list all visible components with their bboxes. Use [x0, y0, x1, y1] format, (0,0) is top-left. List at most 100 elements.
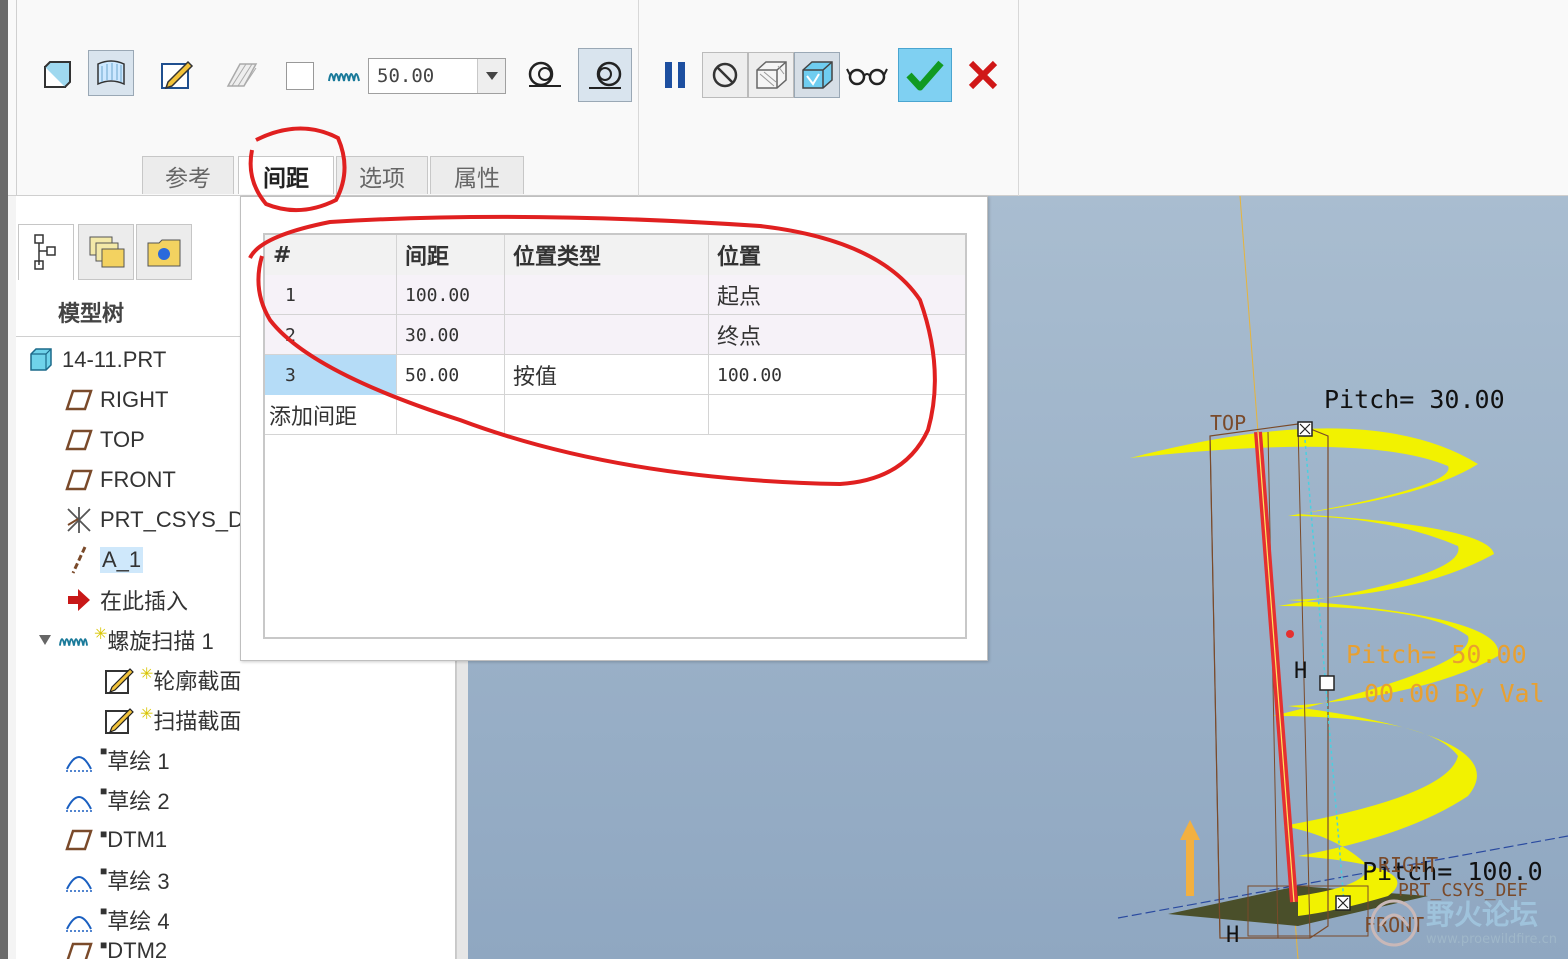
datum-plane-icon: [64, 938, 94, 959]
tree-item-profile-section[interactable]: ✳轮廓截面: [104, 662, 241, 698]
location-type-cell[interactable]: [505, 275, 709, 315]
tab-layers[interactable]: [78, 224, 134, 280]
tree-item-right[interactable]: RIGHT: [64, 382, 168, 418]
layers-icon: [89, 236, 125, 268]
column-header-location-type: 位置类型: [505, 235, 709, 275]
pause-icon: [665, 62, 685, 88]
location-cell[interactable]: 100.00: [709, 355, 965, 395]
tree-item-label: 在此插入: [100, 589, 189, 614]
preview-box-icon: [756, 61, 787, 89]
chevron-down-icon[interactable]: [477, 59, 505, 93]
no-preview-icon: [712, 62, 738, 88]
tree-item-axis[interactable]: A_1: [64, 542, 144, 578]
tree-item-sketch-1[interactable]: ■草绘 1: [64, 742, 170, 778]
ribbon-separator: [638, 0, 639, 196]
h-constraint-label: H: [1226, 923, 1239, 948]
tree-item-dtm2[interactable]: ■DTM2: [64, 938, 167, 959]
collapse-triangle-icon[interactable]: [34, 625, 56, 655]
tab-properties[interactable]: 属性: [430, 156, 524, 194]
location-type-cell[interactable]: [505, 315, 709, 355]
right-plane-label: RIGHT: [1378, 853, 1438, 877]
tree-item-label: A_1: [100, 547, 144, 573]
tree-item-sketch-2[interactable]: ■草绘 2: [64, 782, 170, 818]
table-row[interactable]: 1 100.00 起点: [265, 275, 965, 315]
tree-item-label: TOP: [100, 427, 145, 452]
preview-feature-button[interactable]: [794, 52, 840, 98]
location-type-cell[interactable]: 按值: [505, 355, 709, 395]
row-number: 1: [265, 275, 397, 315]
sketch-icon: [64, 905, 94, 935]
top-plane-label: TOP: [1210, 411, 1246, 435]
pitch-value-cell[interactable]: 50.00: [397, 355, 505, 395]
tree-item-label: ■草绘 1: [100, 744, 170, 774]
tree-item-label: ■草绘 3: [100, 864, 170, 894]
table-row[interactable]: 3 50.00 按值 100.00: [265, 355, 965, 395]
column-header-location: 位置: [709, 235, 965, 275]
tree-item-label: 14-11.PRT: [62, 347, 167, 372]
no-preview-button[interactable]: [702, 52, 748, 98]
ok-button[interactable]: [898, 48, 952, 102]
solid-button[interactable]: [34, 52, 80, 98]
pitch-value: 50.00: [377, 65, 435, 87]
tree-item-top[interactable]: TOP: [64, 422, 145, 458]
tree-item-helical-sweep[interactable]: ✳螺旋扫描 1: [34, 622, 214, 658]
tree-item-dtm1[interactable]: ■DTM1: [64, 822, 167, 858]
ribbon-separator: [1018, 0, 1019, 196]
location-cell[interactable]: 终点: [709, 315, 965, 355]
tree-scrollbar[interactable]: [456, 640, 468, 959]
tree-item-label: ■DTM2: [100, 938, 168, 959]
pitch-value-cell[interactable]: 30.00: [397, 315, 505, 355]
sketch-edit-icon: [161, 60, 194, 90]
surface-button[interactable]: [88, 50, 134, 96]
datum-plane-icon: [64, 825, 94, 855]
tab-references[interactable]: 参考: [142, 156, 234, 194]
tree-item-label: ■草绘 4: [100, 904, 170, 934]
location-cell[interactable]: 起点: [709, 275, 965, 315]
watermark-text: 野火论坛: [1426, 898, 1539, 931]
check-icon: [906, 60, 944, 91]
sketch-icon: [64, 785, 94, 815]
tree-structure-icon: [34, 233, 56, 270]
tree-item-front[interactable]: FRONT: [64, 462, 176, 498]
left-hand-rule-button[interactable]: [522, 52, 568, 98]
preview-feature-icon: [802, 61, 833, 89]
column-header-pitch: 间距: [397, 235, 505, 275]
preview-geometry-button[interactable]: [748, 52, 794, 98]
table-row[interactable]: 2 30.00 终点: [265, 315, 965, 355]
tab-favorites[interactable]: [136, 224, 192, 280]
sketch-icon: [64, 745, 94, 775]
row-number: 3: [265, 355, 397, 395]
cancel-button[interactable]: [960, 52, 1006, 98]
left-hand-helix-icon: [528, 61, 561, 87]
tree-item-csys[interactable]: PRT_CSYS_D: [64, 502, 244, 538]
tree-item-sketch-4[interactable]: ■草绘 4: [64, 902, 170, 938]
tab-pitch[interactable]: 间距: [238, 156, 334, 194]
tree-item-part[interactable]: 14-11.PRT: [26, 342, 166, 378]
tree-item-label: ✳螺旋扫描 1: [94, 626, 214, 654]
surface-icon: [97, 60, 125, 86]
column-header-number: #: [265, 235, 397, 275]
pitch-value-cell[interactable]: 100.00: [397, 275, 505, 315]
tab-model-tree[interactable]: [18, 224, 74, 280]
tree-item-sweep-section[interactable]: ✳扫描截面: [104, 702, 241, 738]
sketch-button[interactable]: [154, 52, 200, 98]
verify-mode-button[interactable]: [844, 52, 890, 98]
pitch-table-header: # 间距 位置类型 位置: [265, 235, 965, 275]
thicken-checkbox[interactable]: [286, 62, 314, 90]
pitch-mid-sub-label: 00.00 By Val: [1364, 679, 1545, 708]
pitch-panel: # 间距 位置类型 位置 1 100.00 起点 2 30.00 终点 3 50…: [240, 196, 988, 661]
add-pitch-row[interactable]: 添加间距: [265, 395, 965, 435]
pitch-icon-wrapper: [320, 52, 368, 98]
tree-item-label: RIGHT: [100, 387, 169, 412]
add-pitch-link[interactable]: 添加间距: [265, 395, 397, 435]
right-hand-rule-button[interactable]: [578, 48, 632, 102]
tree-item-insert-here[interactable]: 在此插入: [64, 582, 188, 618]
tree-item-sketch-3[interactable]: ■草绘 3: [64, 862, 170, 898]
sketch-edit-icon: [104, 665, 134, 695]
pitch-value-combo[interactable]: 50.00: [368, 58, 506, 94]
watermark-logo-icon: [1370, 899, 1418, 947]
tab-options[interactable]: 选项: [336, 156, 428, 194]
pause-button[interactable]: [652, 52, 698, 98]
pitch-table: # 间距 位置类型 位置 1 100.00 起点 2 30.00 终点 3 50…: [263, 233, 967, 639]
remove-material-button[interactable]: [218, 52, 264, 98]
